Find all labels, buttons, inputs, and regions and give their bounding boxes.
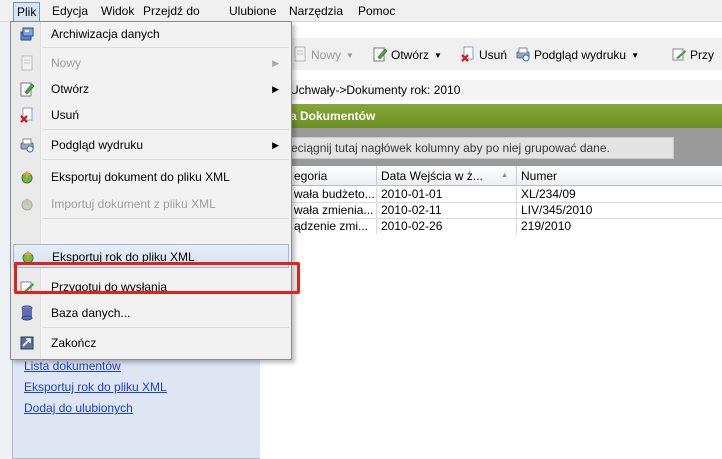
menu-item-label: Usuń [51,108,80,122]
edit-doc-icon [20,82,35,97]
menu-pomoc[interactable]: Pomoc [355,3,398,20]
grid-header: egoria Data Wejścia w ż... ▲ Numer [290,166,722,186]
delete-icon [20,107,33,123]
menu-separator [43,47,289,48]
documents-panel-header: a Dokumentów [290,104,722,128]
link-lista-dokumentow[interactable]: Lista dokumentów [24,359,121,373]
cell-numer: XL/234/09 [521,187,576,201]
menu-item-usun[interactable]: Usuń [13,103,289,127]
new-doc-icon [294,46,306,62]
documents-grid: egoria Data Wejścia w ż... ▲ Numer wała … [290,166,722,459]
menu-item-label: Nowy [51,56,82,70]
cell-data: 2010-02-11 [377,203,517,218]
menu-separator [43,129,289,130]
table-row[interactable]: wała zmienia... 2010-02-11 LIV/345/2010 [290,203,722,218]
print-preview-icon [20,138,34,153]
sort-asc-icon: ▲ [501,172,508,179]
cell-data: 2010-01-01 [377,187,517,202]
submenu-arrow-icon: ▶ [272,58,279,68]
open-button[interactable]: Otwórz ▼ [372,46,442,64]
menu-item-label: Eksportuj dokument do pliku XML [51,170,230,184]
prepare-send-button-label: Przy [690,48,714,62]
menu-separator [43,327,289,328]
column-header-numer[interactable]: Numer [517,166,722,186]
submenu-arrow-icon: ▶ [272,140,279,150]
menu-plik[interactable]: Plik [13,2,41,22]
exit-icon [20,336,34,350]
archive-icon [20,27,34,41]
menu-item-label: Zakończ [51,336,97,350]
cell-kategoria: ądzenie zmi... [290,219,377,234]
open-button-label: Otwórz [391,48,430,62]
menu-item-nowy[interactable]: Nowy ▶ [13,51,289,75]
column-header-data-wejscia[interactable]: Data Wejścia w ż... ▲ [377,166,517,186]
menu-ulubione[interactable]: Ulubione [226,3,279,20]
menu-widok[interactable]: Widok [98,3,137,20]
print-preview-button-label: Podgląd wydruku [534,48,627,62]
toolbar: Nowy ▼ Otwórz ▼ Usuń Podgląd wydruku ▼ Przy [290,38,722,70]
delete-button[interactable]: Usuń [460,46,507,64]
cell-kategoria: wała zmienia... [290,203,377,218]
menu-edycja[interactable]: Edycja [49,3,91,20]
menu-item-label: Podgląd wydruku [51,138,144,152]
menu-item-importuj-dokument[interactable]: Importuj dokument z pliku XML [13,192,289,216]
print-preview-icon [516,47,530,62]
menu-separator [43,159,289,160]
submenu-arrow-icon: ▶ [272,84,279,94]
column-header-kategoria[interactable]: egoria [290,166,377,186]
link-dodaj-do-ulubionych[interactable]: Dodaj do ulubionych [24,401,133,415]
new-button-label: Nowy [311,48,342,62]
table-row[interactable]: wała budżeto... 2010-01-01 XL/234/09 [290,187,722,202]
cell-numer: 219/2010 [521,219,572,233]
new-doc-icon [21,55,33,71]
breadcrumb: Uchwały->Dokumenty rok: 2010 [290,80,722,100]
cell-kategoria: wała budżeto... [290,187,377,202]
menu-item-label: Archiwizacja danych [51,27,160,41]
menu-item-label: Otwórz [51,82,90,96]
menu-przejdz-do[interactable]: Przejdź do [140,3,203,20]
tasks-panel: Lista dokumentów Eksportuj rok do pliku … [12,350,260,459]
menu-separator [43,218,289,219]
print-preview-button[interactable]: Podgląd wydruku ▼ [515,46,639,64]
cell-numer: LIV/345/2010 [521,203,593,217]
menu-item-archiwizacja[interactable]: Archiwizacja danych [13,22,289,46]
database-icon [21,305,33,321]
prepare-send-icon [672,48,686,61]
export-xml-icon [21,171,33,184]
file-menu-dropdown: Archiwizacja danych Nowy ▶ Otwórz ▶ Usuń… [10,21,300,360]
group-by-hint[interactable]: eciągnij tutaj nagłówek kolumny aby po n… [290,137,674,159]
menu-item-zakoncz[interactable]: Zakończ [13,331,289,355]
menu-item-eksportuj-dokument[interactable]: Eksportuj dokument do pliku XML [13,165,289,189]
chevron-down-icon: ▼ [346,51,354,60]
menu-bar: Plik Edycja Widok Przejdź do Ulubione Na… [0,0,722,22]
delete-button-label: Usuń [479,48,508,62]
link-eksportuj-rok[interactable]: Eksportuj rok do pliku XML [24,380,167,394]
highlight-annotation-box [14,262,300,294]
menu-item-otworz[interactable]: Otwórz ▶ [13,77,289,101]
prepare-send-button[interactable]: Przy [671,46,714,64]
menu-item-baza-danych[interactable]: Baza danych... [13,301,289,325]
edit-doc-icon [373,47,388,62]
import-xml-icon [21,198,33,211]
column-header-data-wejscia-label: Data Wejścia w ż... [381,169,483,183]
menu-item-label: Baza danych... [51,306,131,320]
menu-narzedzia[interactable]: Narzędzia [286,3,346,20]
menu-item-podglad-wydruku[interactable]: Podgląd wydruku ▶ [13,133,289,157]
chevron-down-icon: ▼ [434,51,442,60]
new-button[interactable]: Nowy ▼ [292,46,354,64]
cell-data: 2010-02-26 [377,219,517,234]
menu-item-label: Importuj dokument z pliku XML [51,197,216,211]
delete-icon [461,46,474,62]
table-row[interactable]: ądzenie zmi... 2010-02-26 219/2010 [290,219,722,234]
chevron-down-icon: ▼ [631,51,639,60]
